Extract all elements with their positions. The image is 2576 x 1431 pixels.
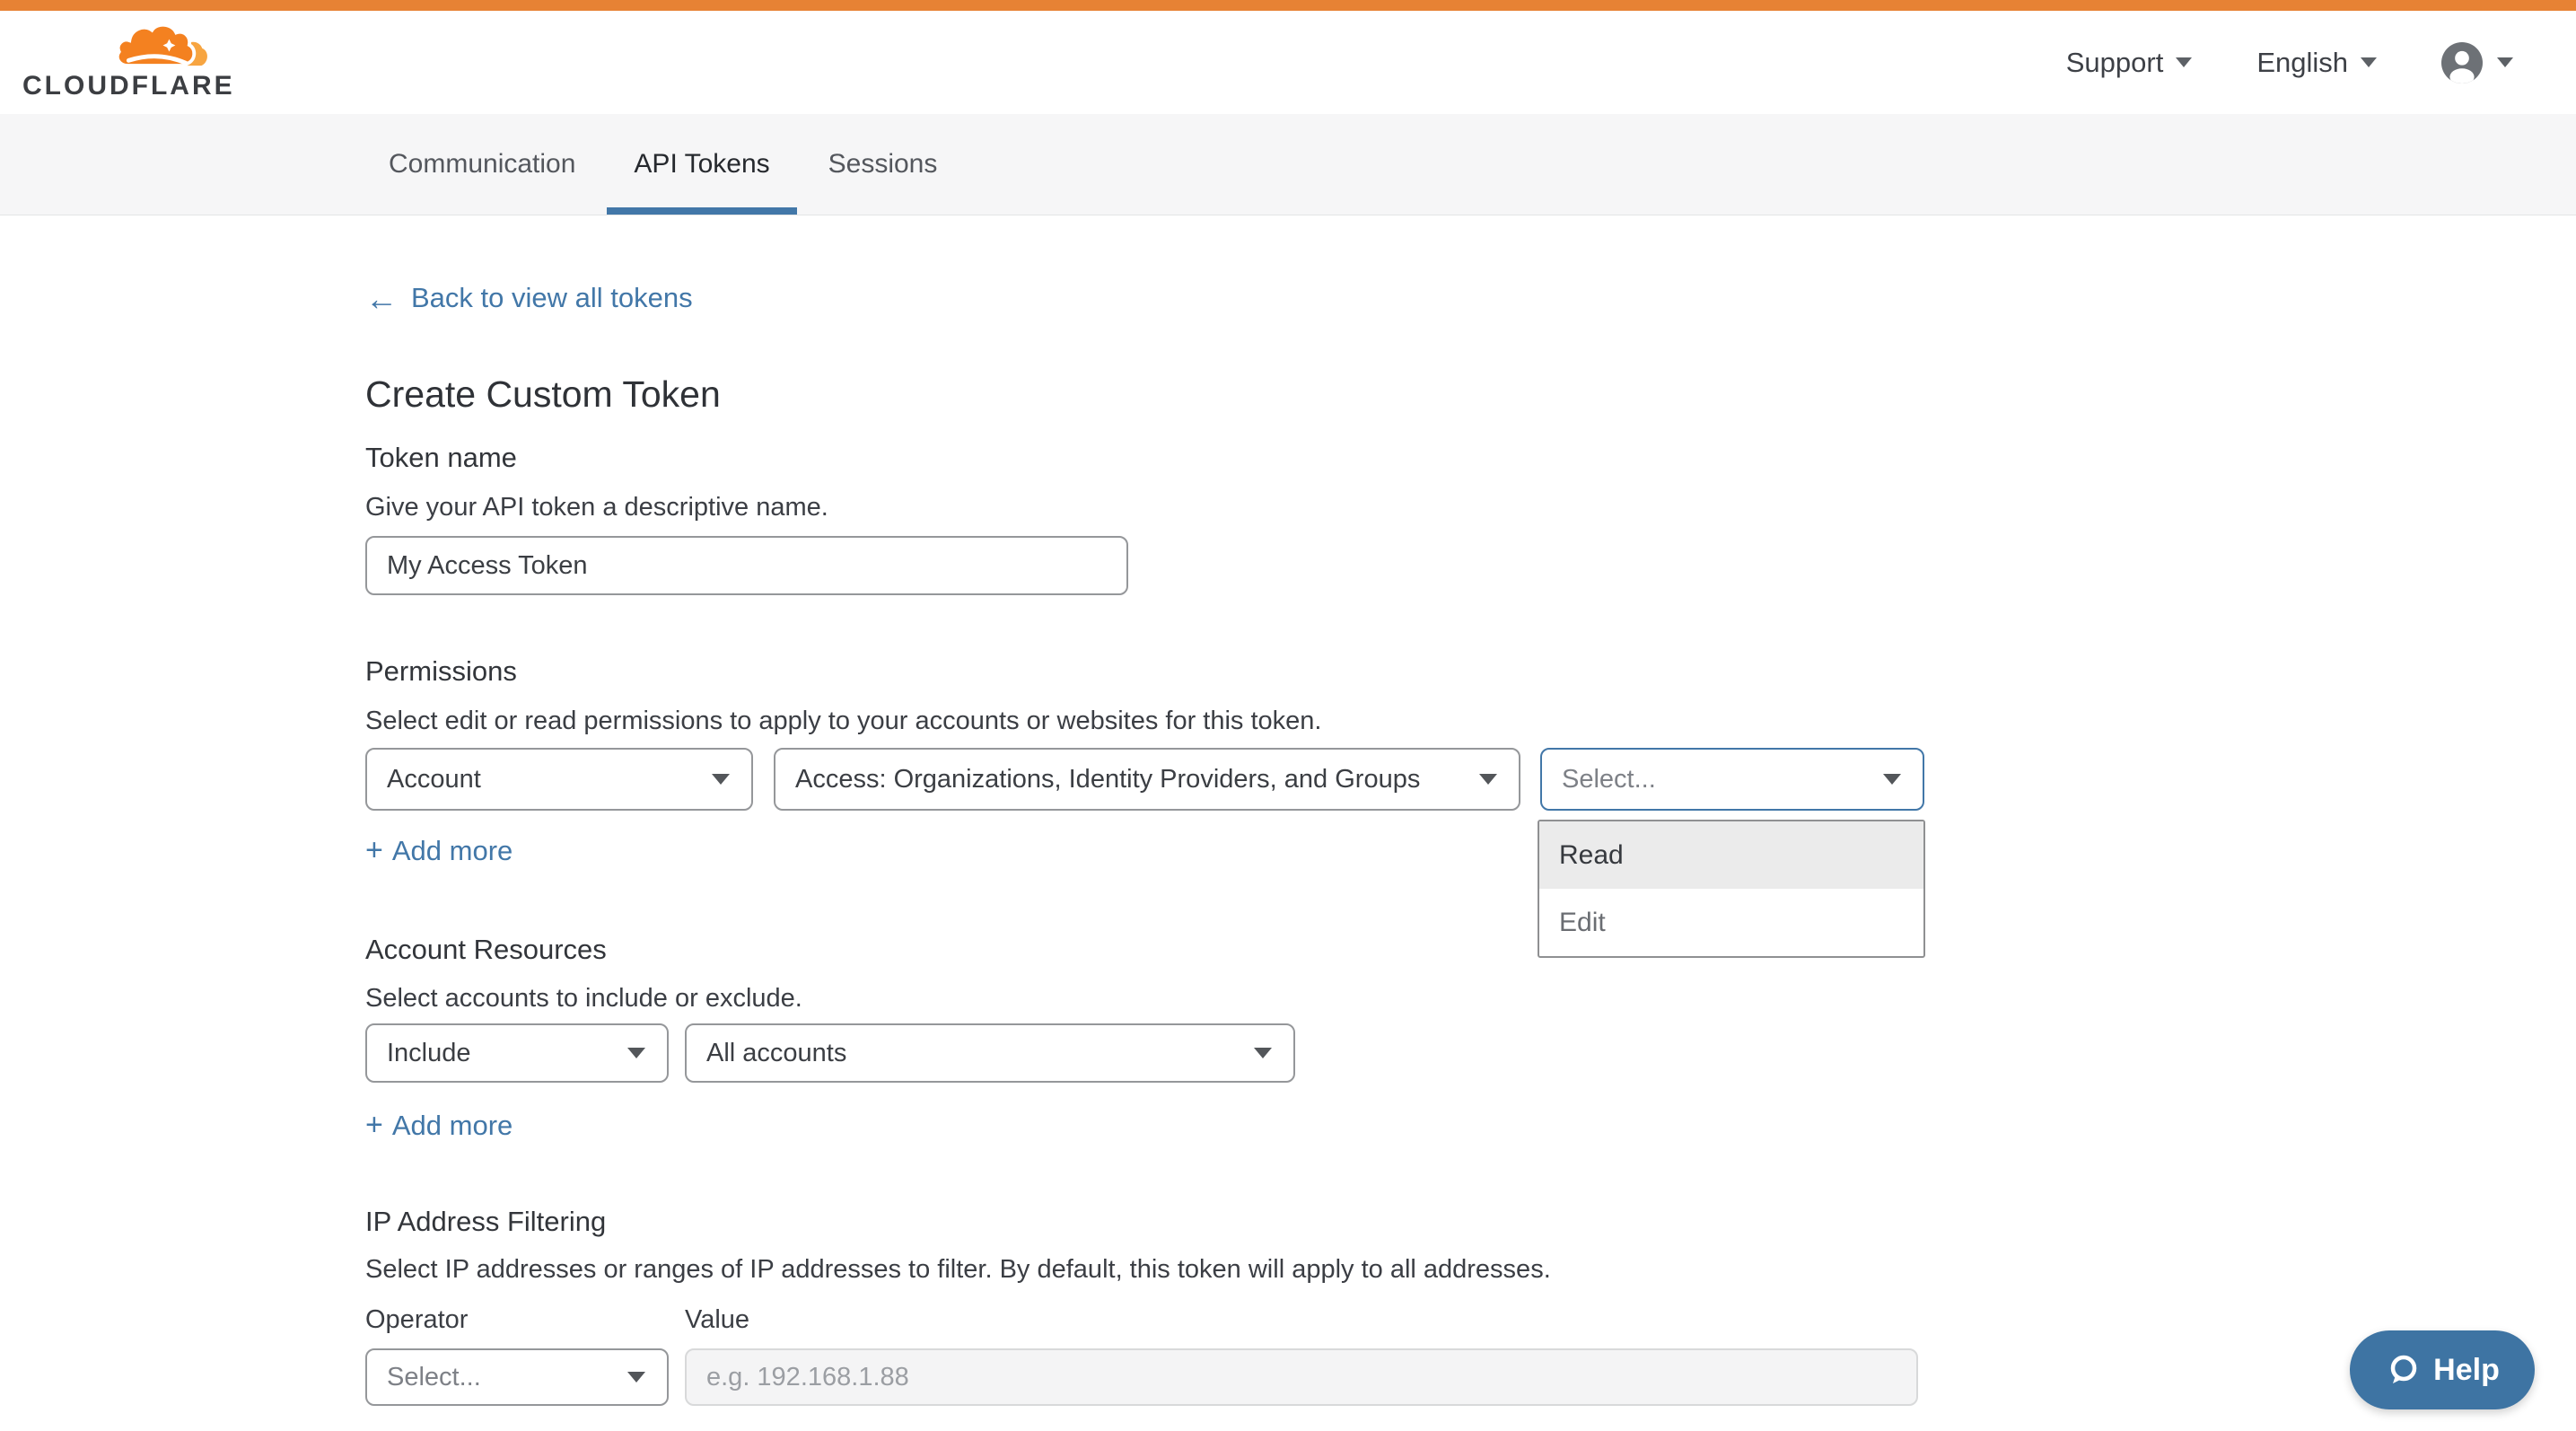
resource-scope-select[interactable]: All accounts <box>685 1023 1295 1083</box>
header-nav: Support English <box>2066 11 2513 114</box>
tab-sessions[interactable]: Sessions <box>802 114 965 215</box>
resource-mode-value: Include <box>387 1039 471 1068</box>
permission-level-placeholder: Select... <box>1562 765 1656 795</box>
chevron-down-icon <box>627 1372 645 1383</box>
tab-label: API Tokens <box>634 149 769 180</box>
ip-filtering-heading: IP Address Filtering <box>365 1206 606 1238</box>
back-arrow-icon: ← <box>365 285 398 312</box>
app-header: CLOUDFLARE Support English <box>0 11 2576 114</box>
permission-scope-select[interactable]: Access: Organizations, Identity Provider… <box>774 748 1520 811</box>
resource-scope-value: All accounts <box>706 1039 846 1068</box>
token-name-heading: Token name <box>365 442 517 474</box>
ip-value-input[interactable] <box>685 1348 1918 1406</box>
chevron-down-icon <box>1883 774 1901 785</box>
resources-add-more-link[interactable]: + Add more <box>365 1108 513 1143</box>
help-button[interactable]: Help <box>2350 1330 2535 1409</box>
tab-label: Sessions <box>828 149 938 180</box>
value-label: Value <box>685 1305 749 1335</box>
account-menu[interactable] <box>2441 42 2513 83</box>
account-resources-description: Select accounts to include or exclude. <box>365 984 802 1014</box>
resource-mode-select[interactable]: Include <box>365 1023 669 1083</box>
help-button-label: Help <box>2433 1353 2500 1388</box>
token-name-input[interactable] <box>365 536 1128 595</box>
chevron-down-icon <box>1479 774 1497 785</box>
back-to-tokens-link[interactable]: ← Back to view all tokens <box>365 282 693 314</box>
tab-label: Communication <box>389 149 575 180</box>
permission-level-select[interactable]: Select... <box>1540 748 1924 811</box>
ip-operator-placeholder: Select... <box>387 1363 481 1392</box>
support-menu[interactable]: Support <box>2066 47 2193 79</box>
chevron-down-icon <box>1254 1048 1272 1058</box>
chevron-down-icon <box>2176 57 2192 67</box>
token-name-description: Give your API token a descriptive name. <box>365 493 828 522</box>
permissions-add-more-link[interactable]: + Add more <box>365 833 513 868</box>
permission-scope-value: Access: Organizations, Identity Provider… <box>795 765 1420 795</box>
cloudflare-logo[interactable]: CLOUDFLARE <box>22 20 215 101</box>
permission-group-value: Account <box>387 765 481 795</box>
page-title: Create Custom Token <box>365 373 721 416</box>
back-link-label: Back to view all tokens <box>411 282 693 314</box>
chat-bubble-icon <box>2385 1352 2421 1388</box>
plus-icon: + <box>365 1108 383 1143</box>
tab-api-tokens[interactable]: API Tokens <box>607 114 796 215</box>
ip-filtering-description: Select IP addresses or ranges of IP addr… <box>365 1255 1551 1285</box>
menu-option-label: Read <box>1559 840 1624 871</box>
language-menu-label: English <box>2256 47 2348 79</box>
ip-operator-select[interactable]: Select... <box>365 1348 669 1406</box>
plus-icon: + <box>365 833 383 868</box>
menu-option-read[interactable]: Read <box>1539 821 1923 889</box>
permission-level-menu: Read Edit <box>1538 820 1925 958</box>
permission-group-select[interactable]: Account <box>365 748 753 811</box>
user-avatar-icon <box>2441 42 2483 83</box>
permissions-description: Select edit or read permissions to apply… <box>365 707 1321 736</box>
profile-tab-bar: Communication API Tokens Sessions <box>0 114 2576 215</box>
brand-top-bar <box>0 0 2576 11</box>
language-menu[interactable]: English <box>2256 47 2377 79</box>
chevron-down-icon <box>627 1048 645 1058</box>
account-resources-heading: Account Resources <box>365 934 607 966</box>
permissions-heading: Permissions <box>365 655 517 688</box>
cloudflare-wordmark: CLOUDFLARE <box>22 71 215 101</box>
chevron-down-icon <box>2361 57 2377 67</box>
chevron-down-icon <box>2497 57 2513 67</box>
menu-option-edit[interactable]: Edit <box>1539 889 1923 956</box>
main-content: ← Back to view all tokens Create Custom … <box>365 215 2211 1431</box>
cloudflare-cloud-icon <box>112 20 209 68</box>
add-more-label: Add more <box>392 835 513 867</box>
add-more-label: Add more <box>392 1110 513 1142</box>
tab-communication[interactable]: Communication <box>362 114 602 215</box>
menu-option-label: Edit <box>1559 908 1606 938</box>
operator-label: Operator <box>365 1305 468 1335</box>
chevron-down-icon <box>712 774 730 785</box>
support-menu-label: Support <box>2066 47 2164 79</box>
